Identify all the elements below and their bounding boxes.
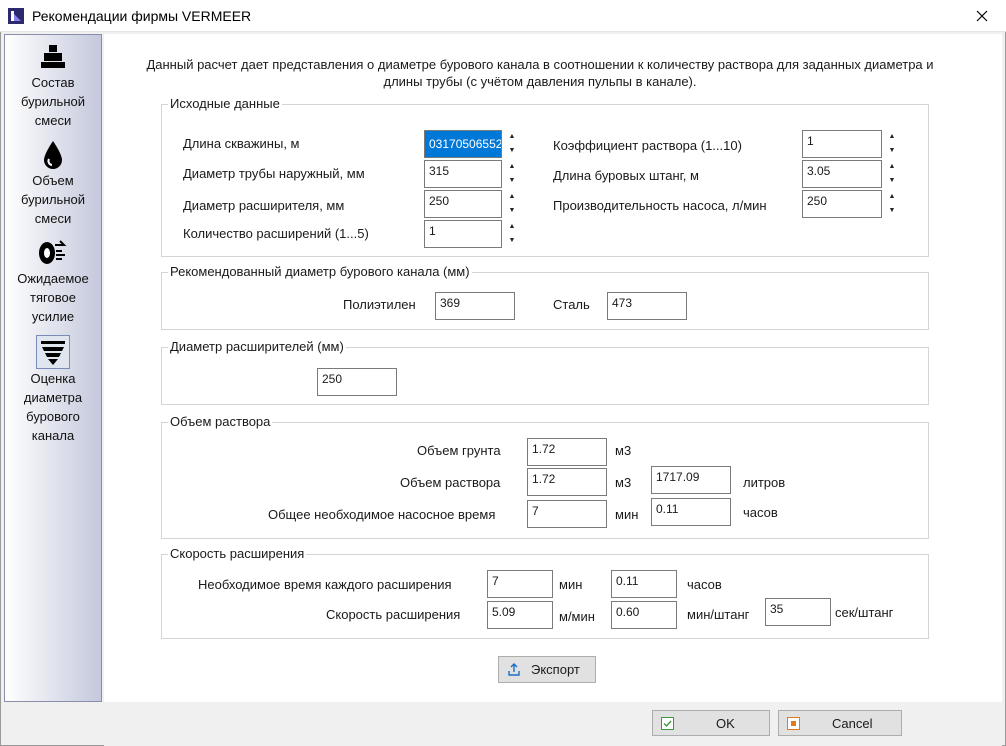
- fluid-volume-title: Объем раствора: [168, 414, 273, 429]
- liters-unit: литров: [743, 475, 786, 490]
- reamer-diameter-label: Диаметр расширителя, мм: [183, 198, 345, 213]
- up-arrow-icon[interactable]: ▲: [502, 160, 522, 174]
- passes-label: Количество расширений (1...5): [183, 226, 369, 241]
- up-arrow-icon[interactable]: ▲: [502, 130, 522, 144]
- min-per-rod-unit: мин/штанг: [687, 607, 750, 622]
- pump-time-label: Общее необходимое насосное время: [268, 507, 496, 522]
- app-icon: [8, 8, 24, 24]
- soil-volume-unit: м3: [615, 443, 632, 458]
- up-arrow-icon[interactable]: ▲: [502, 220, 522, 234]
- hours-unit: часов: [743, 505, 778, 520]
- pass-time-minutes[interactable]: 7: [487, 570, 553, 598]
- soil-volume-label: Объем грунта: [417, 443, 501, 458]
- pump-rate-input[interactable]: 250: [802, 190, 882, 218]
- sidebar: Состав бурильной смеси Объем бурильной с…: [4, 34, 102, 702]
- cancel-button[interactable]: Cancel: [778, 710, 902, 736]
- close-button[interactable]: [958, 0, 1006, 32]
- pipe-diameter-input[interactable]: 315: [424, 160, 502, 188]
- reaming-speed-title: Скорость расширения: [168, 546, 307, 561]
- rod-length-input[interactable]: 3.05: [802, 160, 882, 188]
- pump-time-minutes-unit: мин: [615, 507, 639, 522]
- up-arrow-icon[interactable]: ▲: [882, 160, 902, 174]
- ok-button[interactable]: OK: [652, 710, 770, 736]
- reamer-diameter-input[interactable]: 250: [424, 190, 502, 218]
- steel-value[interactable]: 473: [607, 292, 687, 320]
- speed-label: Скорость расширения: [326, 607, 461, 622]
- pump-time-hours[interactable]: 0.11: [651, 498, 731, 526]
- rod-length-spinner[interactable]: ▲ ▼: [882, 160, 902, 188]
- steel-label: Сталь: [553, 297, 590, 312]
- sidebar-item-pull-force[interactable]: Ожидаемое тяговое усилие: [5, 237, 101, 326]
- funnel-icon: [36, 335, 70, 369]
- rod-length-label: Длина буровых штанг, м: [553, 168, 699, 183]
- fluid-liters-value[interactable]: 1717.09: [651, 466, 731, 494]
- down-arrow-icon[interactable]: ▼: [882, 174, 902, 188]
- reamer-diameter-spinner[interactable]: ▲ ▼: [502, 190, 522, 218]
- down-arrow-icon[interactable]: ▼: [502, 234, 522, 248]
- fluid-volume-unit: м3: [615, 475, 632, 490]
- length-input[interactable]: 03170506552: [424, 130, 502, 158]
- pass-time-hours-unit: часов: [687, 577, 722, 592]
- sidebar-item-channel-diameter[interactable]: Оценка диаметра бурового канала: [5, 335, 101, 445]
- down-arrow-icon[interactable]: ▼: [882, 204, 902, 218]
- recommended-diameter-title: Рекомендованный диаметр бурового канала …: [168, 264, 472, 279]
- pull-force-icon: [37, 237, 69, 269]
- pass-time-minutes-unit: мин: [559, 577, 583, 592]
- down-arrow-icon[interactable]: ▼: [502, 174, 522, 188]
- ratio-input[interactable]: 1: [802, 130, 882, 158]
- export-button[interactable]: Экспорт: [498, 656, 596, 683]
- polyethylene-value[interactable]: 369: [435, 292, 515, 320]
- close-icon: [976, 10, 988, 22]
- reamer-diameters-group: [161, 347, 929, 405]
- down-arrow-icon[interactable]: ▼: [502, 204, 522, 218]
- recommended-diameter-group: [161, 272, 929, 330]
- down-arrow-icon[interactable]: ▼: [502, 144, 522, 158]
- ok-label: OK: [716, 715, 735, 731]
- polyethylene-label: Полиэтилен: [343, 297, 416, 312]
- sidebar-item-label: Объем бурильной смеси: [20, 173, 86, 226]
- input-data-title: Исходные данные: [168, 96, 282, 111]
- window-title: Рекомендации фирмы VERMEER: [32, 8, 252, 24]
- mixer-icon: [37, 41, 69, 73]
- soil-volume-value[interactable]: 1.72: [527, 438, 607, 466]
- pipe-diameter-label: Диаметр трубы наружный, мм: [183, 166, 365, 181]
- fluid-volume-value[interactable]: 1.72: [527, 468, 607, 496]
- up-arrow-icon[interactable]: ▲: [882, 190, 902, 204]
- min-per-rod-value[interactable]: 0.60: [611, 601, 677, 629]
- fluid-volume-label: Объем раствора: [400, 475, 501, 490]
- sidebar-item-mix-composition[interactable]: Состав бурильной смеси: [5, 41, 101, 130]
- pipe-diameter-spinner[interactable]: ▲ ▼: [502, 160, 522, 188]
- up-arrow-icon[interactable]: ▲: [882, 130, 902, 144]
- reamer-diameters-title: Диаметр расширителей (мм): [168, 339, 346, 354]
- check-icon: [661, 716, 674, 730]
- pass-time-label: Необходимое время каждого расширения: [198, 577, 452, 592]
- sidebar-item-label: Ожидаемое тяговое усилие: [17, 271, 89, 324]
- reamer-diameters-value[interactable]: 250: [317, 368, 397, 396]
- down-arrow-icon[interactable]: ▼: [882, 144, 902, 158]
- passes-spinner[interactable]: ▲ ▼: [502, 220, 522, 248]
- pump-rate-label: Производительность насоса, л/мин: [553, 198, 767, 213]
- sidebar-item-label: Состав бурильной смеси: [20, 75, 86, 128]
- length-spinner[interactable]: ▲ ▼: [502, 130, 522, 158]
- cancel-label: Cancel: [832, 715, 873, 731]
- sidebar-item-label: Оценка диаметра бурового канала: [23, 371, 83, 443]
- pass-time-hours[interactable]: 0.11: [611, 570, 677, 598]
- cancel-icon: [787, 716, 800, 730]
- pump-time-minutes[interactable]: 7: [527, 500, 607, 528]
- export-label: Экспорт: [531, 662, 580, 677]
- export-icon: [508, 662, 520, 676]
- drop-icon: [37, 139, 69, 171]
- pump-rate-spinner[interactable]: ▲ ▼: [882, 190, 902, 218]
- sec-per-rod-unit: сек/штанг: [835, 605, 894, 620]
- intro-text: Данный расчет дает представления о диаме…: [146, 57, 934, 89]
- ratio-spinner[interactable]: ▲ ▼: [882, 130, 902, 158]
- speed-value[interactable]: 5.09: [487, 601, 553, 629]
- length-label: Длина скважины, м: [183, 136, 300, 151]
- sec-per-rod-value[interactable]: 35: [765, 598, 831, 626]
- speed-unit: м/мин: [559, 609, 595, 624]
- sidebar-item-mix-volume[interactable]: Объем бурильной смеси: [5, 139, 101, 228]
- up-arrow-icon[interactable]: ▲: [502, 190, 522, 204]
- ratio-label: Коэффициент раствора (1...10): [553, 138, 742, 153]
- passes-input[interactable]: 1: [424, 220, 502, 248]
